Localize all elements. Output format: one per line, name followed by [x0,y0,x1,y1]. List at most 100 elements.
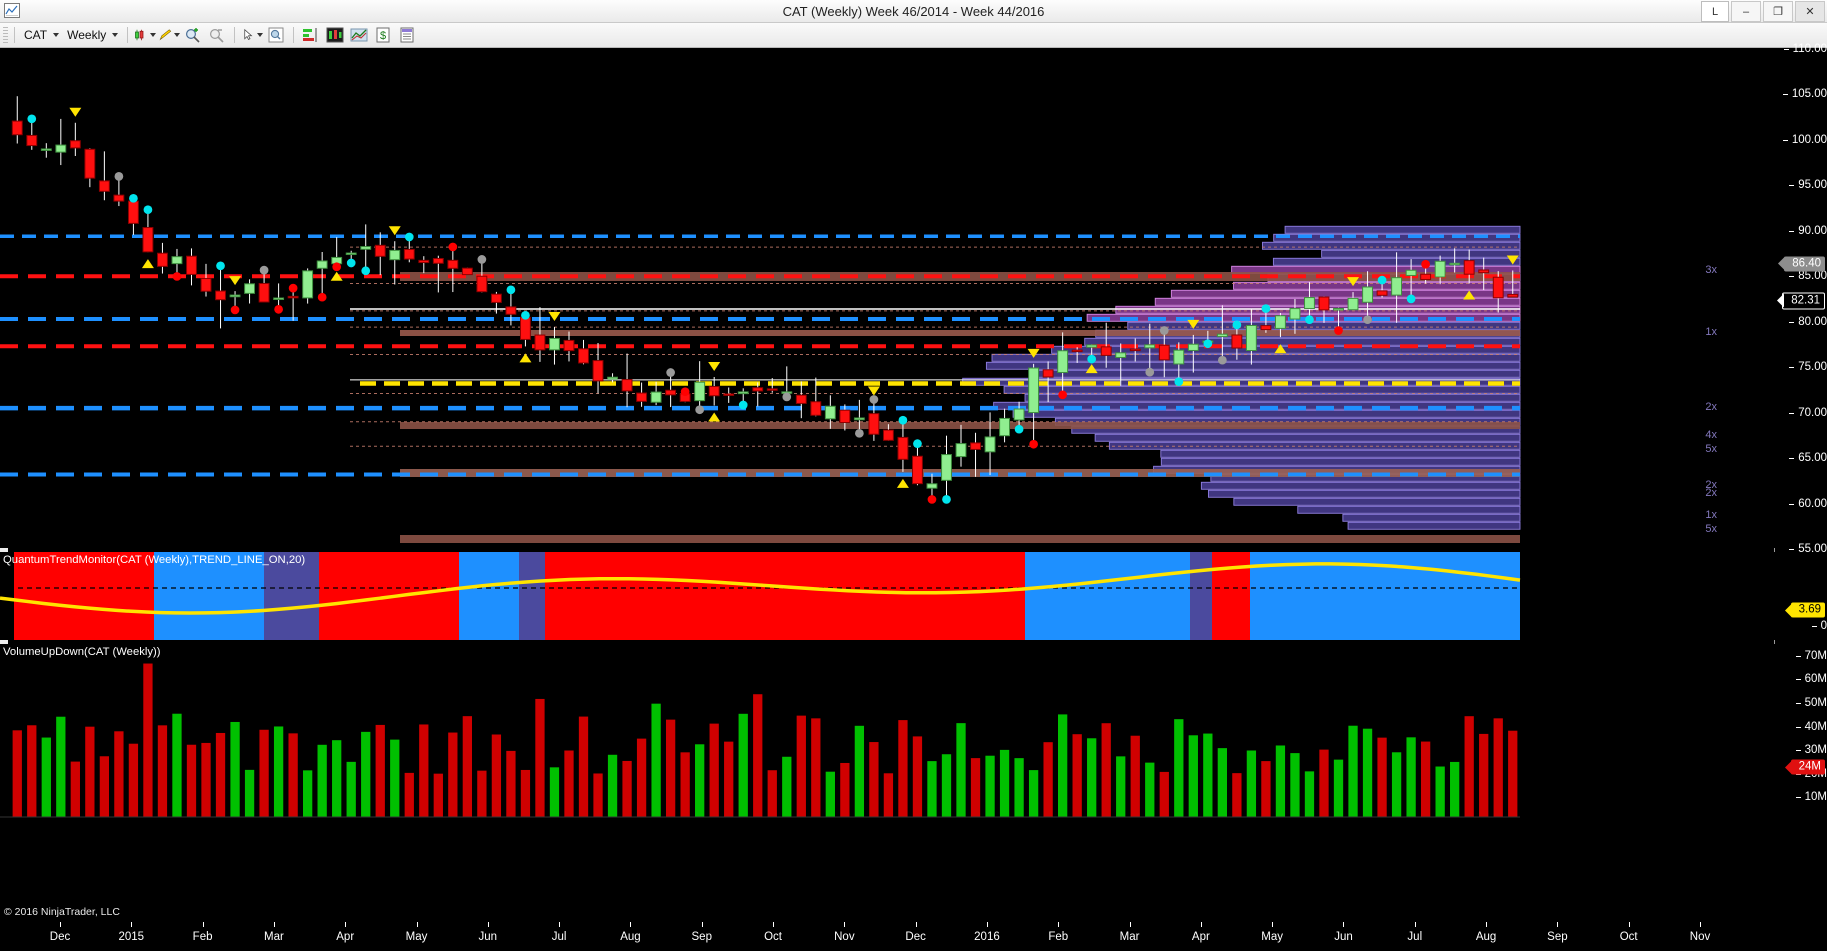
date-tick [986,922,988,927]
volume-tick-label: 40M [1795,721,1827,733]
date-axis-label: Jun [478,931,498,943]
zoom-out-icon[interactable] [206,25,228,45]
date-tick [559,922,561,927]
vpoc-level-label: 1x [1705,326,1717,338]
magnifier-icon[interactable] [265,25,287,45]
chart-canvas-area[interactable]: 110.00 105.00 100.00 95.00 90.00 85.00 80.00 75… [0,43,1827,951]
date-axis-label: Sep [691,931,712,943]
cursor-select-icon[interactable] [241,25,264,45]
date-axis-label: May [405,931,428,943]
date-axis-label: Jul [1407,931,1423,943]
price-marker-tag: 86.40 [1784,256,1825,272]
date-axis-label: Apr [336,931,355,943]
date-tick [1129,922,1131,927]
date-tick [1200,922,1202,927]
date-axis-label: Dec [49,931,71,943]
vpoc-level-label: 5x [1705,523,1717,535]
instrument-label: CAT [24,28,48,42]
toolbar-grip[interactable] [3,27,8,43]
interval-label: Weekly [67,28,107,42]
copyright-notice: © 2016 NinjaTrader, LLC [4,906,120,918]
close-button[interactable]: ✕ [1795,1,1825,22]
chart-style-icon[interactable] [348,25,370,45]
toolbar-separator [234,27,236,43]
price-marker-tag: 82.31 [1782,292,1825,310]
date-axis-label: 2015 [118,931,145,943]
vpoc-level-label: 4x [1705,429,1717,441]
volume-panel-label[interactable]: VolumeUpDown(CAT (Weekly)) [3,646,161,658]
date-tick [345,922,347,927]
volume-pane[interactable]: VolumeUpDown(CAT (Weekly)) © 2016 NinjaT… [0,644,1775,921]
ninjatrader-chart-window: CAT (Weekly) Week 46/2014 - Week 44/2016… [0,0,1827,951]
date-axis-label: Dec [905,931,926,943]
vpoc-level-label: 2x [1705,401,1717,413]
price-tick-label: 65.00 [1789,452,1827,464]
date-axis-label: Feb [1048,931,1069,943]
date-axis-label: Sep [1547,931,1568,943]
volume-tick-label: 50M [1795,697,1827,709]
date-tick [1700,922,1701,927]
chart-plot-region[interactable]: QuantumDynamicAccumulationAndDistributio… [0,48,1775,951]
chevron-down-icon [112,33,119,37]
date-axis-label: Mar [264,931,284,943]
layout-button[interactable]: L [1701,1,1729,22]
date-tick [60,922,61,927]
date-axis-label: Feb [192,931,213,943]
date-tick [131,922,133,927]
volume-tick-label: 30M [1795,744,1827,756]
date-tick [773,922,775,927]
date-axis-label: Aug [1475,931,1497,943]
svg-text:$: $ [380,30,386,42]
date-axis[interactable]: Dec 2015 Feb Mar Apr May Jun Jul Aug Sep Oct Nov Dec… [0,921,1775,951]
chevron-down-icon [53,33,60,37]
volume-tick-label: 60M [1795,673,1827,685]
pencil-draw-icon[interactable] [158,25,181,45]
dollar-icon[interactable]: $ [372,25,394,45]
price-tick-label: 80.00 [1789,316,1827,328]
candlestick-type-icon[interactable] [134,25,157,45]
price-tick-label: 85.00 [1789,270,1827,282]
date-tick [701,922,703,927]
volume-value-tag: 24M [1790,759,1825,775]
interval-selector[interactable]: Weekly [64,26,121,44]
maximize-button[interactable]: ❐ [1763,1,1793,22]
date-axis-label: Apr [1191,931,1210,943]
price-tick-label: 75.00 [1789,361,1827,373]
date-tick [1343,922,1345,927]
date-axis-label: Jul [551,931,567,943]
chart-toolbar: CAT Weekly $ [0,23,1827,48]
title-bar: CAT (Weekly) Week 46/2014 - Week 44/2016… [0,0,1827,23]
minimize-button[interactable]: – [1731,1,1761,22]
date-tick [202,922,204,927]
date-tick [1058,922,1060,927]
vpoc-level-label: 1x [1705,509,1717,521]
trend-panel-label[interactable]: QuantumTrendMonitor(CAT (Weekly),TREND_L… [3,554,305,566]
vpoc-level-label: 3x [1705,264,1717,276]
date-axis-label: Nov [1689,931,1711,943]
date-tick [1557,922,1559,927]
price-axis[interactable]: 110.00 105.00 100.00 95.00 90.00 85.00 80.00 75… [1774,43,1827,951]
price-tick-label: 90.00 [1789,225,1827,237]
indicators-icon[interactable] [300,25,322,45]
volume-chart-svg [0,663,1520,818]
date-tick [1486,922,1488,927]
date-tick [1628,922,1630,927]
date-axis-label: May [1261,931,1284,943]
toolbar-separator [293,27,295,43]
date-axis-label: Oct [1619,931,1638,943]
vpoc-level-label: 5x [1705,443,1717,455]
strategies-icon[interactable] [324,25,346,45]
date-axis-label: Mar [1119,931,1140,943]
volume-tick-label: 70M [1795,650,1827,662]
zoom-in-icon[interactable] [182,25,204,45]
price-tick-label: 100.00 [1782,134,1827,146]
trend-monitor-pane[interactable]: QuantumTrendMonitor(CAT (Weekly),TREND_L… [0,552,1775,640]
instrument-selector[interactable]: CAT [21,26,62,44]
price-tick-label: 70.00 [1789,407,1827,419]
price-pane[interactable]: 3x1x2x5x4x2x2x1x5x1x3x [0,48,1775,548]
date-tick [416,922,418,927]
properties-icon[interactable] [396,25,418,45]
date-axis-label: 2016 [974,931,1000,943]
window-title: CAT (Weekly) Week 46/2014 - Week 44/2016 [782,3,1045,19]
window-controls: L – ❐ ✕ [1701,1,1825,22]
